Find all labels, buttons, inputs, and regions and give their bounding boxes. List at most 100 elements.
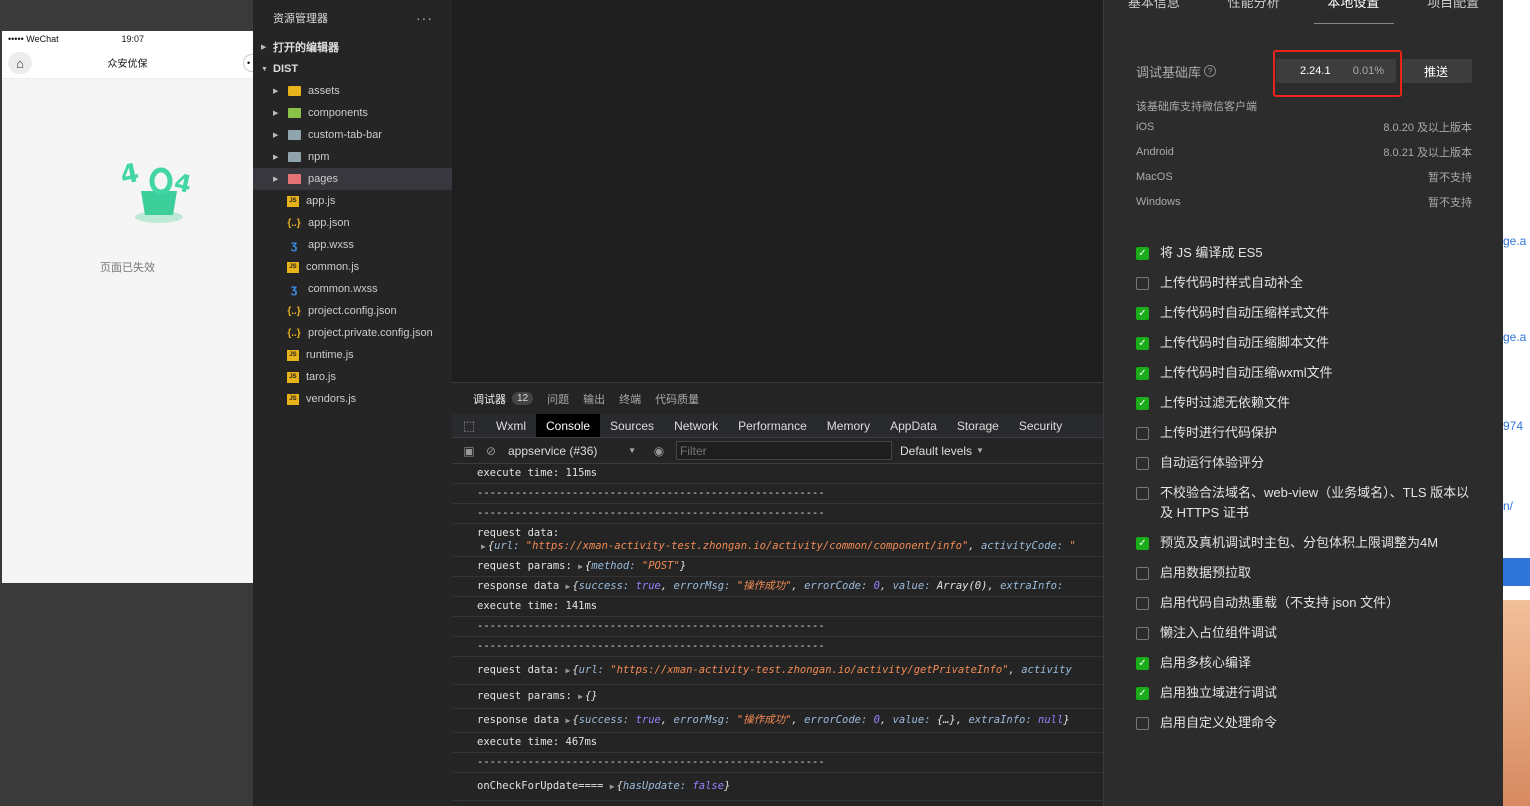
console-prompt[interactable]: › <box>452 801 1103 806</box>
tab-basic-info[interactable]: 基本信息 <box>1104 0 1204 18</box>
log-object[interactable]: ▶ {success: true, errorMsg: "操作成功", error… <box>566 580 1064 592</box>
checkbox[interactable]: ✓ <box>1136 657 1149 670</box>
setting-option[interactable]: 上传时进行代码保护 <box>1136 423 1476 453</box>
setting-option[interactable]: 懒注入占位组件调试 <box>1136 623 1476 653</box>
tree-file[interactable]: JS taro.js <box>253 366 452 388</box>
expand-caret-icon: ▶ <box>565 582 571 591</box>
setting-option[interactable]: 启用数据预拉取 <box>1136 563 1476 593</box>
active-tab-indicator <box>1314 23 1394 24</box>
log-object[interactable]: ▶ {url: "https://xman-activity-test.zhong… <box>566 664 1072 676</box>
tree-file[interactable]: ʒ app.wxss <box>253 234 452 256</box>
tab-output[interactable]: 输出 <box>583 391 605 407</box>
tab-storage[interactable]: Storage <box>947 414 1009 437</box>
setting-option[interactable]: ✓ 上传代码时自动压缩wxml文件 <box>1136 363 1476 393</box>
checkbox[interactable] <box>1136 567 1149 580</box>
tree-folder[interactable]: ▶ pages <box>253 168 452 190</box>
context-select[interactable]: appservice (#36) ▼ <box>508 444 640 458</box>
tab-sources[interactable]: Sources <box>600 414 664 437</box>
checkbox[interactable] <box>1136 427 1149 440</box>
tab-terminal[interactable]: 终端 <box>619 391 641 407</box>
tree-file[interactable]: JS common.js <box>253 256 452 278</box>
setting-option[interactable]: 启用代码自动热重载（不支持 json 文件） <box>1136 593 1476 623</box>
tab-security[interactable]: Security <box>1009 414 1072 437</box>
setting-option[interactable]: ✓ 启用独立域进行调试 <box>1136 683 1476 713</box>
checkbox[interactable] <box>1136 487 1149 500</box>
option-label: 启用多核心编译 <box>1160 655 1252 670</box>
levels-select[interactable]: Default levels ▼ <box>900 444 984 458</box>
checkbox[interactable] <box>1136 627 1149 640</box>
tab-debugger[interactable]: 调试器 12 <box>473 391 534 407</box>
checkbox[interactable] <box>1136 597 1149 610</box>
tree-folder[interactable]: ▶ components <box>253 102 452 124</box>
tab-wxml[interactable]: Wxml <box>486 414 536 437</box>
log-line: ----------------------------------------… <box>452 484 1103 504</box>
setting-option[interactable]: 上传代码时样式自动补全 <box>1136 273 1476 303</box>
checkbox[interactable]: ✓ <box>1136 337 1149 350</box>
checkbox[interactable] <box>1136 277 1149 290</box>
file-name: app.json <box>308 217 350 229</box>
checkbox[interactable]: ✓ <box>1136 307 1149 320</box>
home-icon[interactable]: ⌂ <box>8 52 32 74</box>
setting-option[interactable]: ✓ 将 JS 编译成 ES5 <box>1136 243 1476 273</box>
tab-network[interactable]: Network <box>664 414 728 437</box>
background-image <box>1503 600 1530 806</box>
setting-option[interactable]: ✓ 上传时过滤无依赖文件 <box>1136 393 1476 423</box>
dist-section[interactable]: ▼ DIST <box>253 58 452 80</box>
checkbox[interactable]: ✓ <box>1136 537 1149 550</box>
tree-file[interactable]: {..} app.json <box>253 212 452 234</box>
tree-file[interactable]: ʒ common.wxss <box>253 278 452 300</box>
checkbox[interactable]: ✓ <box>1136 687 1149 700</box>
tab-memory[interactable]: Memory <box>817 414 880 437</box>
push-button[interactable]: 推送 <box>1400 59 1472 83</box>
checkbox[interactable]: ✓ <box>1136 247 1149 260</box>
setting-option[interactable]: 自动运行体验评分 <box>1136 453 1476 483</box>
setting-option[interactable]: ✓ 上传代码时自动压缩样式文件 <box>1136 303 1476 333</box>
tab-appdata[interactable]: AppData <box>880 414 947 437</box>
log-object[interactable]: ▶ {hasUpdate: false} <box>610 780 731 792</box>
clear-console-icon[interactable]: ⊘ <box>480 438 502 464</box>
setting-option[interactable]: 不校验合法域名、web-view（业务域名）、TLS 版本以及 HTTPS 证书 <box>1136 483 1476 533</box>
console-log: execute time: 115ms --------------------… <box>452 464 1103 806</box>
tab-project-config[interactable]: 项目配置 <box>1403 0 1503 18</box>
checkbox[interactable]: ✓ <box>1136 397 1149 410</box>
tree-folder[interactable]: ▶ assets <box>253 80 452 102</box>
tab-code-quality[interactable]: 代码质量 <box>655 391 699 407</box>
os-name: Windows <box>1136 195 1181 208</box>
tree-file[interactable]: JS runtime.js <box>253 344 452 366</box>
tab-performance[interactable]: Performance <box>728 414 817 437</box>
log-object[interactable]: ▶{} <box>578 690 597 702</box>
inspect-icon[interactable]: ⬚ <box>452 414 486 437</box>
tree-folder[interactable]: ▶ npm <box>253 146 452 168</box>
tree-file[interactable]: {..} project.config.json <box>253 300 452 322</box>
open-editors-section[interactable]: ▶ 打开的编辑器 <box>253 36 452 58</box>
filter-input[interactable] <box>676 441 892 460</box>
checkbox[interactable] <box>1136 717 1149 730</box>
tab-console[interactable]: Console <box>536 414 601 437</box>
log-object[interactable]: ▶ {method: "POST"} <box>578 560 686 572</box>
tab-local-settings[interactable]: 本地设置 <box>1304 0 1404 18</box>
checkbox[interactable] <box>1136 457 1149 470</box>
tree-file[interactable]: JS app.js <box>253 190 452 212</box>
chevron-down-icon: ▼ <box>261 65 268 73</box>
eye-icon[interactable]: ◉ <box>648 438 670 464</box>
wxss-file-icon: ʒ <box>290 282 298 296</box>
setting-option[interactable]: 启用自定义处理命令 <box>1136 713 1476 743</box>
setting-option[interactable]: ✓ 上传代码时自动压缩脚本文件 <box>1136 333 1476 363</box>
tree-file[interactable]: {..} project.private.config.json <box>253 322 452 344</box>
file-name: common.wxss <box>308 283 378 295</box>
tree-folder[interactable]: ▶ custom-tab-bar <box>253 124 452 146</box>
tree-file[interactable]: JS vendors.js <box>253 388 452 410</box>
log-object[interactable]: ▶ {success: true, errorMsg: "操作成功", error… <box>566 714 1070 726</box>
carrier-text: ••••• WeChat <box>8 34 59 44</box>
tab-problems[interactable]: 问题 <box>547 391 569 407</box>
more-icon[interactable]: ··· <box>416 10 433 26</box>
setting-option[interactable]: ✓ 启用多核心编译 <box>1136 653 1476 683</box>
tab-performance-analysis[interactable]: 性能分析 <box>1204 0 1304 18</box>
setting-option[interactable]: ✓ 预览及真机调试时主包、分包体积上限调整为4M <box>1136 533 1476 563</box>
help-icon[interactable]: ? <box>1204 65 1217 77</box>
clock: 19:07 <box>121 34 145 44</box>
log-object[interactable]: ▶ {url: "https://xman-activity-test.zhong… <box>477 540 1103 553</box>
sidebar-toggle-icon[interactable]: ▣ <box>458 438 480 464</box>
checkbox[interactable]: ✓ <box>1136 367 1149 380</box>
log-line: request params: ▶ {method: "POST"} <box>452 557 1103 577</box>
